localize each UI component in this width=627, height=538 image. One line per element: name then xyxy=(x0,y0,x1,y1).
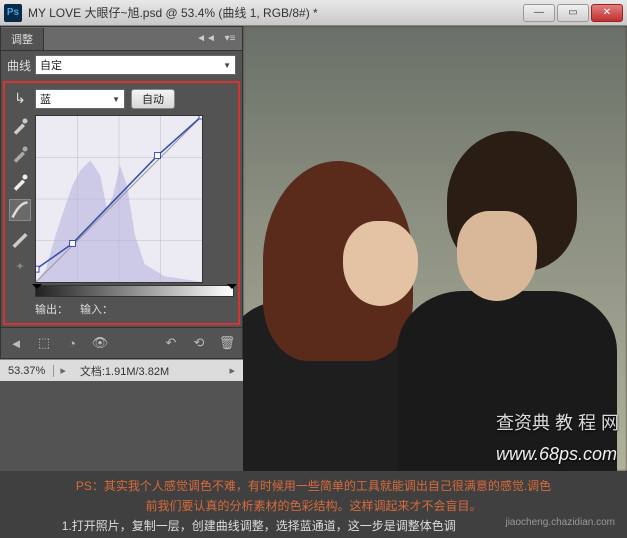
curve-point-1[interactable] xyxy=(70,241,76,247)
highlighted-curves-area: ↳ xyxy=(5,83,238,323)
photoshop-icon: Ps xyxy=(4,4,22,22)
target-adjust-icon[interactable]: ↳ xyxy=(9,87,31,109)
adjustments-panel-column: 调整 ◄◄ ▾≡ 曲线 自定 ↳ xyxy=(0,26,243,471)
caption-line-1: PS：其实我个人感觉调色不难，有时候用一些简单的工具就能调出自己很满意的感觉.调… xyxy=(0,471,627,497)
doc-size: 1.91M/3.82M xyxy=(105,366,169,378)
watermark-corner: 查资典 教 程 网 xyxy=(496,409,619,435)
workspace: 调整 ◄◄ ▾≡ 曲线 自定 ↳ xyxy=(0,26,627,471)
curve-edit-icon[interactable] xyxy=(9,199,31,221)
pencil-icon[interactable] xyxy=(9,227,31,249)
back-arrow-icon[interactable]: ◄ xyxy=(7,334,25,352)
panel-header: 调整 ◄◄ ▾≡ xyxy=(1,27,242,51)
visibility-icon[interactable]: 👁 xyxy=(91,334,109,352)
curve-point-2[interactable] xyxy=(155,153,161,159)
footer-url: jiaocheng.chazidian.com xyxy=(505,517,615,528)
auto-button[interactable]: 自动 xyxy=(131,89,175,109)
smooth-icon[interactable]: ✦ xyxy=(9,255,31,277)
expand-icon[interactable]: ⬚ xyxy=(35,334,53,352)
preset-row: 曲线 自定 xyxy=(1,51,242,79)
illustration-woman xyxy=(243,121,423,471)
curves-tool-column: ↳ xyxy=(7,85,33,321)
window-titlebar: Ps MY LOVE 大眼仔~旭.psd @ 53.4% (曲线 1, RGB/… xyxy=(0,0,627,26)
minimize-button[interactable]: — xyxy=(523,4,555,22)
zoom-value[interactable]: 53.37% xyxy=(0,365,54,377)
maximize-button[interactable]: ▭ xyxy=(557,4,589,22)
output-input-row: 输出： 输入： xyxy=(33,297,236,321)
canvas-image-area[interactable]: 查资典 教 程 网 www.68ps.com xyxy=(243,26,627,471)
eyedropper-white-icon[interactable] xyxy=(9,171,31,193)
status-bar: 53.37% ▸ 文档:1.91M/3.82M ▸ xyxy=(0,359,243,381)
eyedropper-black-icon[interactable] xyxy=(9,115,31,137)
input-label: 输入： xyxy=(80,301,113,317)
status-menu-icon[interactable]: ▸ xyxy=(221,364,243,377)
panel-collapse-icon[interactable]: ◄◄ xyxy=(194,33,218,44)
panel-bottom-toolbar: ◄ ⬚ ◔ 👁 ↶ ⟲ 🗑 xyxy=(1,327,242,358)
adjustments-panel: 调整 ◄◄ ▾≡ 曲线 自定 ↳ xyxy=(0,26,243,359)
close-button[interactable]: ✕ xyxy=(591,4,623,22)
curves-body: 蓝 自动 xyxy=(33,85,236,321)
zoom-arrow-icon[interactable]: ▸ xyxy=(54,364,72,377)
photo-content xyxy=(243,26,627,471)
trash-icon[interactable]: 🗑 xyxy=(218,334,236,352)
eyedropper-gray-icon[interactable] xyxy=(9,143,31,165)
channel-dropdown[interactable]: 蓝 xyxy=(35,89,125,109)
tab-adjustments[interactable]: 调整 xyxy=(1,28,44,50)
doc-label: 文档: xyxy=(80,366,105,378)
prev-state-icon[interactable]: ↶ xyxy=(162,334,180,352)
reset-icon[interactable]: ⟲ xyxy=(190,334,208,352)
clip-layer-icon[interactable]: ◔ xyxy=(63,334,81,352)
curves-graph[interactable] xyxy=(35,115,203,283)
curves-label: 曲线 xyxy=(7,57,31,74)
window-title: MY LOVE 大眼仔~旭.psd @ 53.4% (曲线 1, RGB/8#)… xyxy=(28,4,523,21)
output-label: 输出： xyxy=(35,301,68,317)
watermark-main: www.68ps.com xyxy=(496,444,617,465)
caption-line-2: 前我们要认真的分析素材的色彩结构。这样调起来才不会盲目。 xyxy=(0,497,627,517)
curve-point-0[interactable] xyxy=(36,266,39,272)
panel-menu-icon[interactable]: ▾≡ xyxy=(218,33,242,44)
caption-line-3: 1.打开照片，复制一层，创建曲线调整，选择蓝通道，这一步是调整体色调 jiaoc… xyxy=(0,517,627,538)
preset-dropdown[interactable]: 自定 xyxy=(35,55,236,75)
input-gradient-slider[interactable] xyxy=(35,285,234,297)
curve-point-3[interactable] xyxy=(199,116,202,119)
